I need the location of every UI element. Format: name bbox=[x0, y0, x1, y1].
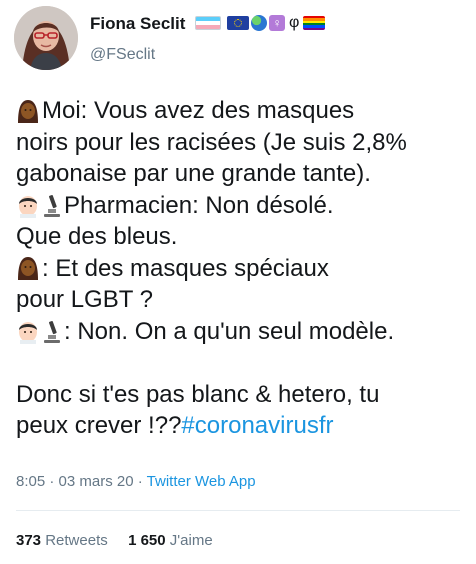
tweet-header: Fiona Seclit ♀ φ @FSeclit bbox=[0, 0, 476, 90]
phi-symbol-icon: φ bbox=[289, 14, 300, 31]
rainbow-flag-icon bbox=[303, 16, 326, 30]
retweets-count[interactable]: 373 bbox=[16, 532, 41, 549]
tweet-line: : Non. On a qu'un seul modèle. bbox=[16, 316, 468, 348]
tweet-text: Moi: Vous avez des masques noirs pour le… bbox=[16, 95, 468, 442]
display-name[interactable]: Fiona Seclit bbox=[90, 14, 185, 34]
woman-emoji-icon bbox=[16, 98, 40, 124]
tweet-line: noirs pour les racisées (Je suis 2,8% bbox=[16, 127, 468, 159]
likes-label[interactable]: J'aime bbox=[170, 532, 213, 549]
tweet-line: Que des bleus. bbox=[16, 221, 468, 253]
meta-separator: · bbox=[49, 473, 55, 490]
man-emoji-icon bbox=[16, 318, 40, 345]
tweet-line-text: Donc si t'es pas blanc & hetero, tu bbox=[16, 380, 380, 408]
man-emoji-icon bbox=[16, 192, 40, 219]
tweet-line: Pharmacien: Non désolé. bbox=[16, 190, 468, 222]
transgender-flag-icon bbox=[195, 16, 221, 30]
retweets-label[interactable]: Retweets bbox=[45, 532, 108, 549]
tweet-line-text: peux crever !?? bbox=[16, 412, 182, 439]
tweet-line: peux crever !?? #coronavirusfr bbox=[16, 410, 468, 442]
tweet-line: pour LGBT ? bbox=[16, 284, 468, 316]
female-sign-icon: ♀ bbox=[269, 15, 285, 31]
avatar[interactable] bbox=[14, 6, 78, 70]
tweet-line: Donc si t'es pas blanc & hetero, tu bbox=[16, 379, 468, 411]
microscope-icon bbox=[42, 192, 62, 218]
tweet-line-text: Que des bleus. bbox=[16, 223, 178, 250]
tweet-line: : Et des masques spéciaux bbox=[16, 253, 468, 285]
user-handle[interactable]: @FSeclit bbox=[90, 46, 155, 64]
meta-separator: · bbox=[137, 473, 143, 490]
tweet-line-text: pour LGBT ? bbox=[16, 286, 153, 313]
woman-emoji-icon bbox=[16, 255, 40, 281]
globe-icon bbox=[251, 15, 267, 31]
eu-flag-icon bbox=[227, 16, 249, 30]
tweet-line: gabonaise par une grande tante). bbox=[16, 158, 468, 190]
tweet-time[interactable]: 8:05 bbox=[16, 473, 45, 490]
name-emoji-badges: ♀ φ bbox=[195, 14, 326, 32]
source-app-link[interactable]: Twitter Web App bbox=[147, 473, 256, 490]
avatar-image bbox=[14, 6, 78, 70]
tweet-line-text: Pharmacien: Non désolé. bbox=[64, 191, 334, 219]
likes-count[interactable]: 1 650 bbox=[128, 532, 166, 549]
tweet-date[interactable]: 03 mars 20 bbox=[59, 473, 134, 490]
hashtag-link[interactable]: #coronavirusfr bbox=[181, 410, 333, 442]
tweet-line-text: : Et des masques spéciaux bbox=[42, 254, 329, 282]
tweet-meta: 8:05 · 03 mars 20 · Twitter Web App bbox=[16, 473, 256, 490]
microscope-icon bbox=[42, 318, 62, 344]
tweet-stats: 373 Retweets 1 650 J'aime bbox=[16, 532, 213, 549]
divider bbox=[16, 510, 460, 511]
tweet-line-text: Moi: Vous avez des masques bbox=[42, 97, 355, 124]
tweet-line-text: : Non. On a qu'un seul modèle. bbox=[64, 317, 395, 345]
tweet-line-text: gabonaise par une grande tante). bbox=[16, 160, 371, 187]
tweet-line-text: noirs pour les racisées (Je suis 2,8% bbox=[16, 128, 407, 156]
tweet-line: Moi: Vous avez des masques bbox=[16, 95, 468, 127]
